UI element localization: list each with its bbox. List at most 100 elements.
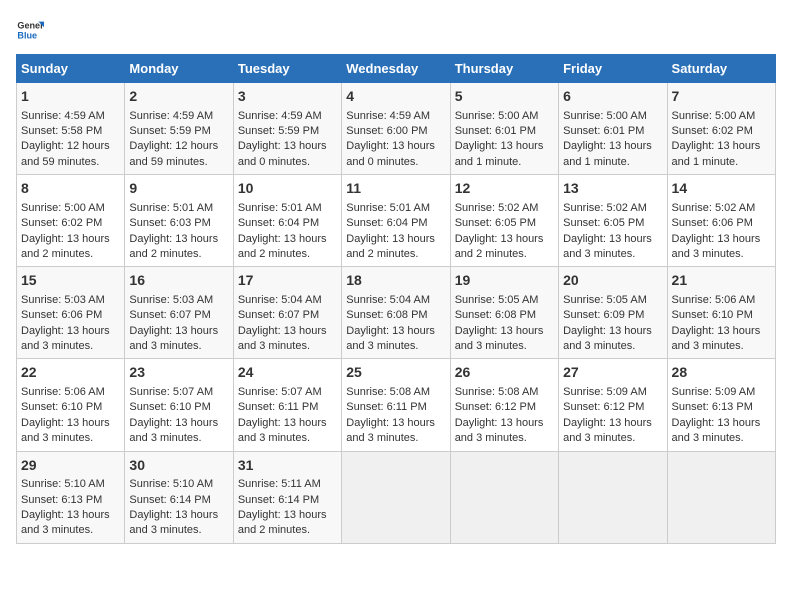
day-number: 10 xyxy=(238,179,337,199)
day-info: Sunset: 6:10 PM xyxy=(129,400,228,415)
day-info: Sunrise: 5:04 AM xyxy=(238,293,337,308)
day-info: Daylight: 13 hours xyxy=(21,508,120,523)
day-number: 26 xyxy=(455,363,554,383)
day-info: and 1 minute. xyxy=(455,155,554,170)
day-info: Daylight: 13 hours xyxy=(455,324,554,339)
calendar-cell: 23Sunrise: 5:07 AMSunset: 6:10 PMDayligh… xyxy=(125,359,233,451)
day-info: and 0 minutes. xyxy=(346,155,445,170)
day-number: 16 xyxy=(129,271,228,291)
day-info: and 2 minutes. xyxy=(238,247,337,262)
day-info: Sunrise: 5:06 AM xyxy=(672,293,771,308)
day-info: Sunset: 6:03 PM xyxy=(129,216,228,231)
day-info: Sunrise: 5:02 AM xyxy=(455,201,554,216)
day-info: and 3 minutes. xyxy=(238,431,337,446)
day-info: Daylight: 13 hours xyxy=(238,324,337,339)
day-info: Sunrise: 5:01 AM xyxy=(129,201,228,216)
calendar-cell: 24Sunrise: 5:07 AMSunset: 6:11 PMDayligh… xyxy=(233,359,341,451)
day-number: 8 xyxy=(21,179,120,199)
day-info: Daylight: 13 hours xyxy=(672,416,771,431)
day-info: Sunset: 6:14 PM xyxy=(238,493,337,508)
day-number: 31 xyxy=(238,456,337,476)
day-info: Sunrise: 5:09 AM xyxy=(563,385,662,400)
day-info: Sunrise: 5:00 AM xyxy=(21,201,120,216)
day-info: Daylight: 13 hours xyxy=(21,416,120,431)
day-info: Sunrise: 5:06 AM xyxy=(21,385,120,400)
day-info: and 3 minutes. xyxy=(563,339,662,354)
calendar-cell: 15Sunrise: 5:03 AMSunset: 6:06 PMDayligh… xyxy=(17,267,125,359)
day-info: Sunset: 6:13 PM xyxy=(21,493,120,508)
calendar-cell: 11Sunrise: 5:01 AMSunset: 6:04 PMDayligh… xyxy=(342,175,450,267)
svg-text:Blue: Blue xyxy=(17,30,37,40)
day-info: Sunrise: 5:08 AM xyxy=(455,385,554,400)
day-info: Sunset: 6:07 PM xyxy=(129,308,228,323)
week-row-1: 1Sunrise: 4:59 AMSunset: 5:58 PMDaylight… xyxy=(17,83,776,175)
column-header-tuesday: Tuesday xyxy=(233,55,341,83)
day-info: and 3 minutes. xyxy=(672,339,771,354)
day-info: and 3 minutes. xyxy=(455,431,554,446)
day-info: Sunset: 6:10 PM xyxy=(21,400,120,415)
day-info: Sunrise: 4:59 AM xyxy=(238,109,337,124)
day-number: 28 xyxy=(672,363,771,383)
day-info: Sunset: 6:06 PM xyxy=(21,308,120,323)
logo: General Blue xyxy=(16,16,48,44)
day-info: Sunset: 6:01 PM xyxy=(563,124,662,139)
day-info: Sunset: 5:59 PM xyxy=(238,124,337,139)
day-number: 7 xyxy=(672,87,771,107)
day-info: Sunset: 6:12 PM xyxy=(563,400,662,415)
day-info: Daylight: 13 hours xyxy=(346,139,445,154)
day-info: Sunset: 6:11 PM xyxy=(238,400,337,415)
column-header-saturday: Saturday xyxy=(667,55,775,83)
week-row-3: 15Sunrise: 5:03 AMSunset: 6:06 PMDayligh… xyxy=(17,267,776,359)
day-info: and 1 minute. xyxy=(563,155,662,170)
day-info: and 3 minutes. xyxy=(238,339,337,354)
page-header: General Blue xyxy=(16,16,776,44)
day-number: 15 xyxy=(21,271,120,291)
day-info: and 2 minutes. xyxy=(455,247,554,262)
day-info: Sunrise: 4:59 AM xyxy=(346,109,445,124)
day-info: Sunset: 6:13 PM xyxy=(672,400,771,415)
calendar-cell: 7Sunrise: 5:00 AMSunset: 6:02 PMDaylight… xyxy=(667,83,775,175)
day-info: Sunrise: 4:59 AM xyxy=(21,109,120,124)
calendar-cell: 18Sunrise: 5:04 AMSunset: 6:08 PMDayligh… xyxy=(342,267,450,359)
day-number: 30 xyxy=(129,456,228,476)
calendar-cell: 28 Sunrise: 5:09 AMSunset: 6:13 PMDayligh… xyxy=(667,359,775,451)
day-info: and 3 minutes. xyxy=(563,247,662,262)
day-info: Sunrise: 5:02 AM xyxy=(672,201,771,216)
day-info: Sunrise: 5:10 AM xyxy=(21,477,120,492)
day-info: Sunrise: 5:11 AM xyxy=(238,477,337,492)
day-info: and 3 minutes. xyxy=(346,339,445,354)
day-number: 6 xyxy=(563,87,662,107)
calendar-cell: 2Sunrise: 4:59 AMSunset: 5:59 PMDaylight… xyxy=(125,83,233,175)
day-info: Sunset: 6:12 PM xyxy=(455,400,554,415)
calendar-cell xyxy=(450,451,558,543)
day-info: Daylight: 13 hours xyxy=(563,139,662,154)
day-info: Sunrise: 5:05 AM xyxy=(455,293,554,308)
day-info: and 2 minutes. xyxy=(129,247,228,262)
calendar-cell: 21Sunrise: 5:06 AMSunset: 6:10 PMDayligh… xyxy=(667,267,775,359)
calendar-cell: 17Sunrise: 5:04 AMSunset: 6:07 PMDayligh… xyxy=(233,267,341,359)
day-info: and 1 minute. xyxy=(672,155,771,170)
calendar-cell: 3Sunrise: 4:59 AMSunset: 5:59 PMDaylight… xyxy=(233,83,341,175)
week-row-4: 22Sunrise: 5:06 AMSunset: 6:10 PMDayligh… xyxy=(17,359,776,451)
day-info: Daylight: 13 hours xyxy=(346,232,445,247)
day-info: Sunset: 6:00 PM xyxy=(346,124,445,139)
day-info: and 3 minutes. xyxy=(455,339,554,354)
day-info: Daylight: 13 hours xyxy=(346,324,445,339)
day-info: Sunrise: 5:07 AM xyxy=(238,385,337,400)
day-info: Daylight: 13 hours xyxy=(455,139,554,154)
calendar-cell: 25Sunrise: 5:08 AMSunset: 6:11 PMDayligh… xyxy=(342,359,450,451)
calendar-cell: 30Sunrise: 5:10 AMSunset: 6:14 PMDayligh… xyxy=(125,451,233,543)
day-info: Sunset: 6:05 PM xyxy=(563,216,662,231)
day-info: Sunset: 6:11 PM xyxy=(346,400,445,415)
day-info: Sunrise: 5:00 AM xyxy=(455,109,554,124)
day-number: 13 xyxy=(563,179,662,199)
day-info: Sunrise: 5:09 AM xyxy=(672,385,771,400)
calendar-cell: 22Sunrise: 5:06 AMSunset: 6:10 PMDayligh… xyxy=(17,359,125,451)
day-info: Daylight: 13 hours xyxy=(563,416,662,431)
calendar-cell: 10Sunrise: 5:01 AMSunset: 6:04 PMDayligh… xyxy=(233,175,341,267)
day-info: Sunset: 6:06 PM xyxy=(672,216,771,231)
day-info: and 0 minutes. xyxy=(238,155,337,170)
calendar-cell: 31Sunrise: 5:11 AMSunset: 6:14 PMDayligh… xyxy=(233,451,341,543)
week-row-5: 29Sunrise: 5:10 AMSunset: 6:13 PMDayligh… xyxy=(17,451,776,543)
day-info: Sunrise: 5:00 AM xyxy=(672,109,771,124)
